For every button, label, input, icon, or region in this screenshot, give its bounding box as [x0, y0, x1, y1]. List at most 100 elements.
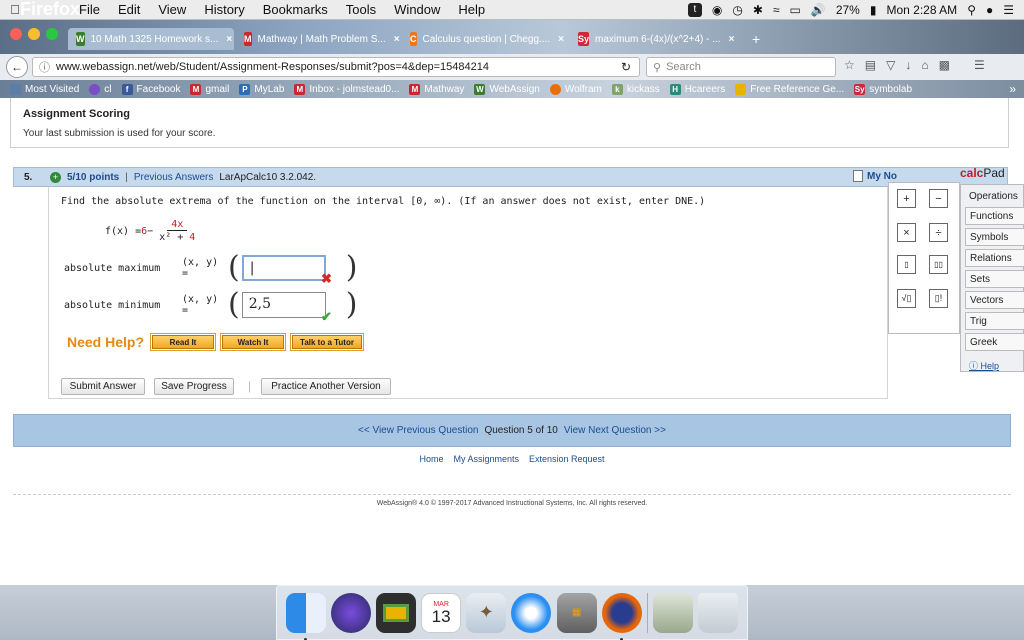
spotlight-icon[interactable]: ⚲ — [967, 3, 976, 17]
tab-webassign[interactable]: W 10 Math 1325 Homework s... × — [68, 28, 234, 50]
bookmark-webassign[interactable]: W WebAssign — [474, 83, 540, 95]
preview-icon[interactable]: ✦ — [466, 592, 507, 633]
menu-view[interactable]: View — [149, 2, 195, 17]
talk-to-tutor-button[interactable]: Talk to a Tutor — [290, 333, 365, 351]
close-tab-icon[interactable]: × — [558, 34, 564, 45]
home-icon[interactable]: ⌂ — [921, 58, 928, 72]
menu-help[interactable]: Help — [449, 2, 494, 17]
divide-key[interactable]: ÷ — [929, 223, 948, 242]
menu-tools[interactable]: Tools — [337, 2, 385, 17]
calendar-icon[interactable]: MAR 13 — [421, 592, 462, 633]
times-key[interactable]: × — [897, 223, 916, 242]
pocket-icon[interactable]: ▽ — [886, 58, 895, 72]
trash-icon[interactable] — [698, 592, 739, 633]
sqrt-key[interactable]: √▯ — [897, 289, 916, 308]
back-button[interactable]: ← — [6, 56, 28, 78]
previous-answers-link[interactable]: Previous Answers — [134, 172, 213, 183]
bookmarks-overflow-icon[interactable]: » — [1009, 82, 1016, 96]
bookmark-cl[interactable]: cl — [89, 83, 112, 95]
bookmark-symbolab[interactable]: Sy symbolab — [854, 83, 912, 95]
airplay-icon[interactable]: ▭ — [790, 3, 801, 17]
menu-bookmarks[interactable]: Bookmarks — [254, 2, 337, 17]
bookmark-gmail[interactable]: Mgmail — [190, 83, 229, 95]
download-icon[interactable]: ↓ — [905, 58, 911, 72]
category-functions[interactable]: Functions — [965, 207, 1024, 225]
bookmark-free-reference[interactable]: Free Reference Ge... — [735, 83, 844, 95]
bluetooth-icon[interactable]: ✱ — [753, 3, 763, 17]
tab-symbolab[interactable]: Sy maximum 6-(4x)/(x^2+4) - ... × — [570, 28, 740, 50]
siri-icon[interactable] — [330, 592, 371, 633]
reading-list-icon[interactable]: ▤ — [865, 58, 876, 72]
bookmark-most-visited[interactable]: Most Visited — [10, 83, 79, 95]
practice-another-version-button[interactable]: Practice Another Version — [261, 378, 391, 395]
status-app-icon[interactable]: t — [687, 2, 702, 17]
my-assignments-link[interactable]: My Assignments — [453, 454, 519, 464]
window-minimize-icon[interactable] — [28, 28, 40, 40]
minus-key[interactable]: − — [929, 189, 948, 208]
save-progress-button[interactable]: Save Progress — [154, 378, 234, 395]
category-greek[interactable]: Greek — [965, 333, 1024, 351]
view-previous-question-link[interactable]: << View Previous Question — [358, 425, 478, 436]
extension-request-link[interactable]: Extension Request — [529, 454, 605, 464]
close-tab-icon[interactable]: × — [729, 34, 735, 45]
battery-percent[interactable]: 27% — [836, 3, 860, 17]
finder-icon[interactable] — [285, 592, 326, 640]
close-tab-icon[interactable]: × — [226, 34, 232, 45]
fraction-key[interactable]: ▯ — [897, 255, 916, 274]
calcpad-help-link[interactable]: ⓘ Help — [969, 359, 999, 372]
eye-icon[interactable]: ◉ — [712, 3, 722, 17]
menu-window[interactable]: Window — [385, 2, 449, 17]
category-operations[interactable]: Operations — [965, 187, 1024, 205]
battery-icon[interactable]: ▮ — [870, 3, 877, 17]
user-icon[interactable]: ● — [986, 3, 993, 17]
time-machine-icon[interactable]: ◷ — [732, 3, 742, 17]
absolute-minimum-input[interactable]: 2,5 — [241, 292, 326, 318]
new-tab-button[interactable]: + — [744, 28, 774, 50]
category-vectors[interactable]: Vectors — [965, 291, 1024, 309]
calculator-icon[interactable]: ▦ — [556, 592, 597, 633]
menu-history[interactable]: History — [195, 2, 253, 17]
close-tab-icon[interactable]: × — [394, 34, 400, 45]
window-zoom-icon[interactable] — [46, 28, 58, 40]
category-sets[interactable]: Sets — [965, 270, 1024, 288]
wifi-icon[interactable]: ≈ — [773, 3, 780, 17]
extension-icon[interactable]: ▩ — [939, 58, 950, 72]
bookmark-mathway[interactable]: M Mathway — [409, 83, 464, 95]
safari-icon[interactable] — [511, 592, 552, 633]
bookmark-inbox[interactable]: M Inbox - jolmstead0... — [294, 83, 399, 95]
plus-key[interactable]: + — [897, 189, 916, 208]
firefox-icon[interactable] — [601, 592, 642, 640]
notification-center-icon[interactable]: ☰ — [1003, 3, 1014, 17]
menu-icon[interactable]: ☰ — [974, 58, 985, 72]
category-symbols[interactable]: Symbols — [965, 228, 1024, 246]
volume-icon[interactable]: 🔊 — [811, 3, 826, 17]
submit-answer-button[interactable]: Submit Answer — [61, 378, 145, 395]
category-relations[interactable]: Relations — [965, 249, 1024, 267]
read-it-button[interactable]: Read It — [150, 333, 217, 351]
view-next-question-link[interactable]: View Next Question >> — [564, 425, 666, 436]
bookmark-hcareers[interactable]: H Hcareers — [669, 83, 725, 95]
category-trig[interactable]: Trig — [965, 312, 1024, 330]
expand-icon[interactable]: + — [50, 171, 61, 183]
downloads-stack-icon[interactable] — [653, 592, 694, 633]
home-link[interactable]: Home — [419, 454, 443, 464]
menu-edit[interactable]: Edit — [109, 2, 149, 17]
bookmark-mylab[interactable]: P MyLab — [239, 83, 284, 95]
url-bar[interactable]: ⓘ www.webassign.net/web/Student/Assignme… — [32, 57, 640, 77]
window-close-icon[interactable] — [10, 28, 22, 40]
search-input[interactable]: ⚲ Search — [646, 57, 836, 77]
clock[interactable]: Mon 2:28 AM — [886, 3, 957, 17]
absolute-maximum-input[interactable]: | — [241, 255, 326, 281]
bookmark-kickass[interactable]: k kickass — [611, 83, 660, 95]
exponent-key[interactable]: ▯▯ — [929, 255, 948, 274]
tab-chegg[interactable]: C Calculus question | Chegg.... × — [402, 28, 566, 50]
bookmark-star-icon[interactable]: ☆ — [844, 58, 855, 72]
incorrect-icon: ✖ — [321, 271, 332, 286]
factorial-key[interactable]: ▯! — [929, 289, 948, 308]
reload-icon[interactable]: ↻ — [613, 60, 639, 74]
watch-it-button[interactable]: Watch It — [220, 333, 287, 351]
mission-control-icon[interactable] — [375, 592, 416, 633]
bookmark-wolfram[interactable]: Wolfram — [549, 83, 602, 95]
bookmark-facebook[interactable]: f Facebook — [121, 83, 180, 95]
tab-mathway[interactable]: M Mathway | Math Problem S... × — [236, 28, 400, 50]
